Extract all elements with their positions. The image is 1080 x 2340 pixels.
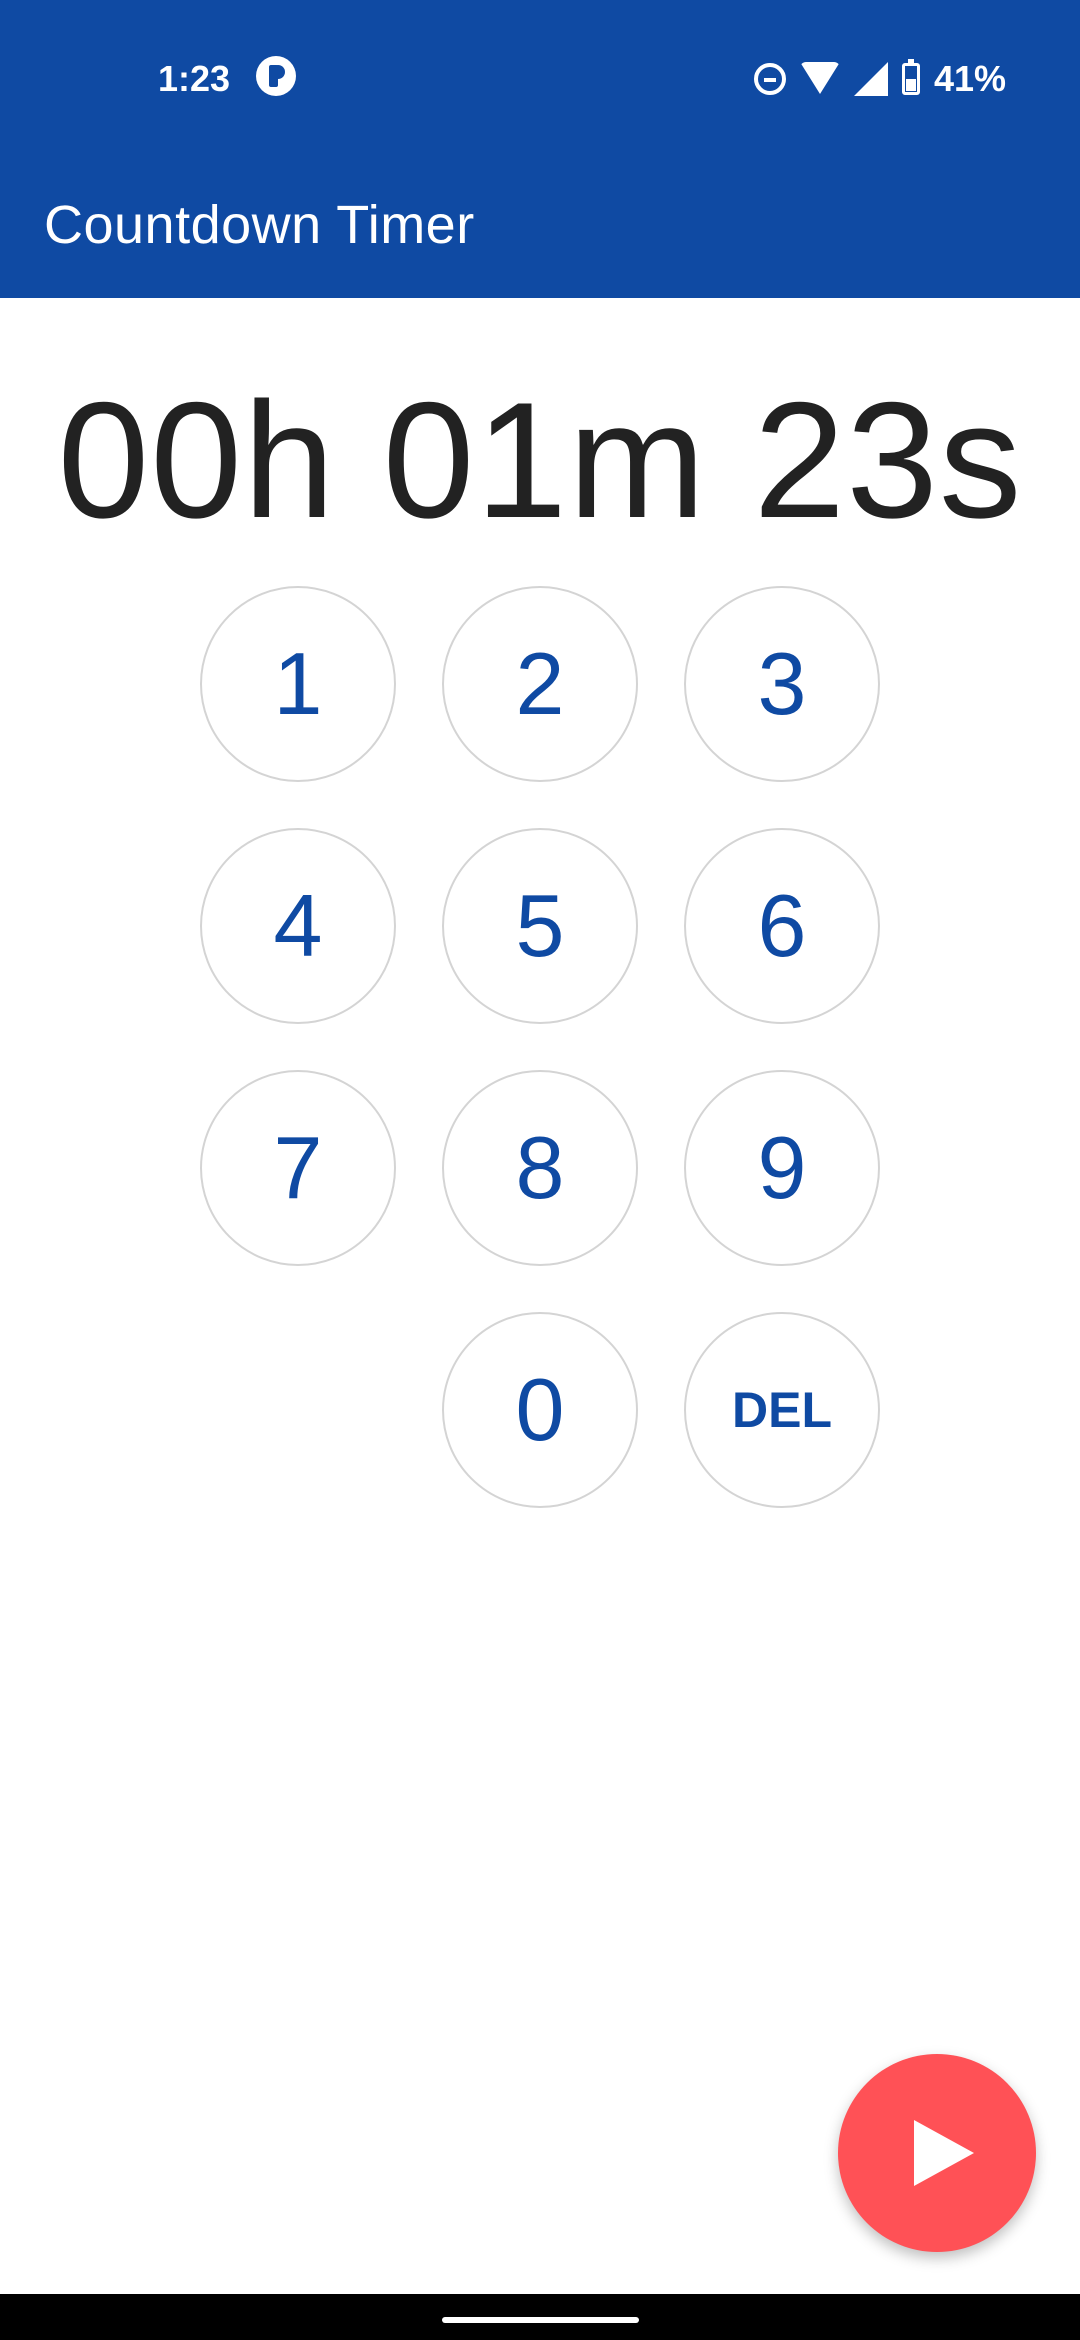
key-7[interactable]: 7 xyxy=(200,1070,396,1266)
key-3[interactable]: 3 xyxy=(684,586,880,782)
start-timer-button[interactable] xyxy=(838,2054,1036,2252)
status-time: 1:23 xyxy=(158,58,231,99)
key-6[interactable]: 6 xyxy=(684,828,880,1024)
cell-signal-icon xyxy=(853,62,888,96)
key-5[interactable]: 5 xyxy=(442,828,638,1024)
app-notification-icon xyxy=(256,56,296,96)
battery-icon xyxy=(901,59,920,95)
do-not-disturb-icon xyxy=(753,63,786,95)
status-icons: 41% xyxy=(753,54,1006,104)
system-navigation-bar xyxy=(0,2294,1080,2340)
key-9[interactable]: 9 xyxy=(684,1070,880,1266)
key-1[interactable]: 1 xyxy=(200,586,396,782)
delete-button[interactable]: DEL xyxy=(684,1312,880,1508)
key-0[interactable]: 0 xyxy=(442,1312,638,1508)
wifi-icon xyxy=(799,62,840,96)
home-gesture-handle[interactable] xyxy=(442,2317,639,2323)
countdown-timer-screen: 1:23 41% Countdown Timer 00h 01m 23s 1 2… xyxy=(0,0,1080,2340)
key-8[interactable]: 8 xyxy=(442,1070,638,1266)
page-title: Countdown Timer xyxy=(44,195,475,255)
key-2[interactable]: 2 xyxy=(442,586,638,782)
play-icon xyxy=(914,2120,974,2186)
key-4[interactable]: 4 xyxy=(200,828,396,1024)
battery-percentage: 41% xyxy=(933,58,1006,99)
app-header: 1:23 41% Countdown Timer xyxy=(0,0,1080,298)
timer-display: 00h 01m 23s xyxy=(57,368,1023,552)
